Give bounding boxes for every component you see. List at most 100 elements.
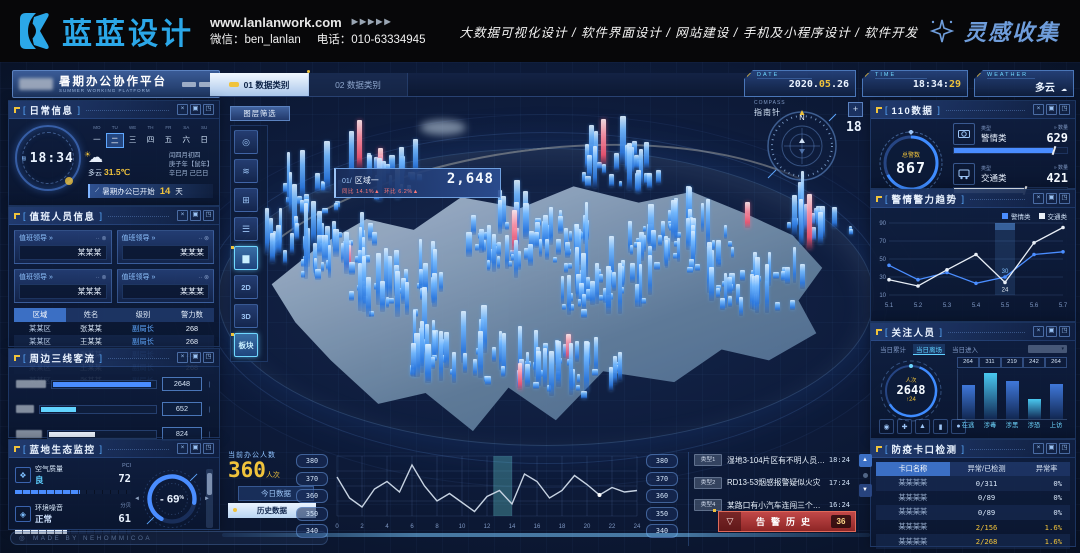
table-row[interactable]: 某某区王某某副局长268 xyxy=(14,335,214,348)
zoom-in-button[interactable]: + xyxy=(848,102,863,117)
duty-card-close-icon[interactable]: ·· ⊗ xyxy=(198,274,209,281)
brand-services: 大数据可视化设计 / 软件界面设计 / 网站建设 / 手机及小程序设计 / 软件… xyxy=(459,22,918,41)
checkpoint-rate: 0% xyxy=(1023,479,1070,488)
panel-passenger-flow: [周边三线客流] ×▣◳ 2648❘652❘824❘ xyxy=(8,348,220,438)
svg-text:14: 14 xyxy=(509,524,516,530)
duty-card-value: 某某某 xyxy=(19,245,107,260)
tool-icon[interactable]: ✚ xyxy=(897,419,912,434)
table-row[interactable]: 某某某某2/1561.6% xyxy=(876,520,1070,535)
eco-metric-mid: 空气质量良 xyxy=(35,464,63,486)
panel-expand-icon[interactable]: ◳ xyxy=(203,352,214,363)
table-row[interactable]: 某某某某2/2681.6% xyxy=(876,534,1070,549)
compass-icon[interactable]: N xyxy=(762,104,842,184)
duty-card-close-icon[interactable]: ·· ⊗ xyxy=(96,274,107,281)
focus-category-label: 上访 xyxy=(1050,420,1063,429)
flag-icon[interactable]: ▲ xyxy=(915,419,930,434)
duty-cell: 268 xyxy=(170,337,214,346)
bar-chart-icon[interactable]: ▆ xyxy=(234,246,258,270)
focus-dropdown[interactable]: ▾ xyxy=(1028,345,1067,353)
table-row[interactable]: 某某某某0/3110% xyxy=(876,476,1070,491)
scroll-up-button[interactable]: ▲ xyxy=(859,454,872,467)
layer-button-板块[interactable]: 板块 xyxy=(234,333,258,357)
eco-metric-mid: 环境噪音正常 xyxy=(35,503,63,525)
panel-expand-icon[interactable]: ◳ xyxy=(1059,326,1070,337)
bus-icon xyxy=(953,163,975,185)
alert-row[interactable]: 类型2RD13-53烟感报警疑似火灾17:24 xyxy=(694,475,872,491)
alert-row[interactable]: 类型1湿地3-104片区有不明人员闯入18:24 xyxy=(694,452,872,468)
panel-expand-icon[interactable]: ◳ xyxy=(1059,193,1070,204)
inspiration-collect[interactable]: 灵感收集 xyxy=(929,15,1060,47)
panel-close-icon[interactable]: × xyxy=(1033,193,1044,204)
weekday-cn[interactable]: 五 xyxy=(159,133,177,148)
scroll-down-button[interactable]: ▼ xyxy=(859,484,872,497)
panel-expand-icon[interactable]: ◳ xyxy=(1059,443,1070,454)
table-row[interactable]: 某某某某0/890% xyxy=(876,491,1070,506)
bottom-strip[interactable] xyxy=(222,533,870,537)
panel-window-icon[interactable]: ▣ xyxy=(1046,326,1057,337)
panel-expand-icon[interactable]: ◳ xyxy=(203,210,214,221)
brand-website[interactable]: www.lanlanwork.com xyxy=(210,13,342,33)
panel-expand-icon[interactable]: ◳ xyxy=(203,443,214,454)
panel-close-icon[interactable]: × xyxy=(177,443,188,454)
table-row[interactable]: 某某某某0/890% xyxy=(876,505,1070,520)
focus-circle: 人次 2648 ↑24 xyxy=(879,359,943,423)
eco-metric-value: 72 xyxy=(118,473,131,485)
panel-close-icon[interactable]: × xyxy=(177,352,188,363)
panel-expand-icon[interactable]: ◳ xyxy=(1059,104,1070,115)
layer-button-3D[interactable]: 3D xyxy=(234,304,258,328)
cluster-icon[interactable]: ⊞ xyxy=(234,188,258,212)
panel-expand-icon[interactable]: ◳ xyxy=(203,104,214,115)
panel-window-icon[interactable]: ▣ xyxy=(190,210,201,221)
flow-value: 652 xyxy=(162,402,202,416)
weekday-cn[interactable]: 一 xyxy=(88,133,106,148)
eco-metric-valwrap: PCI72 xyxy=(118,463,131,487)
panel-window-icon[interactable]: ▣ xyxy=(190,104,201,115)
panel-window-icon[interactable]: ▣ xyxy=(1046,193,1057,204)
compass-north-text: N xyxy=(799,113,804,122)
person-icon[interactable]: ◉ xyxy=(879,419,894,434)
eco-metric-unit: 分贝 xyxy=(118,501,131,509)
weekday-cn[interactable]: 四 xyxy=(142,133,160,148)
focus-tab[interactable]: 当日进入 xyxy=(952,344,978,355)
list-icon[interactable]: ☰ xyxy=(234,217,258,241)
vehicle-icon[interactable]: ● xyxy=(951,419,966,434)
svg-text:10: 10 xyxy=(459,524,466,530)
panel-window-icon[interactable]: ▣ xyxy=(1046,443,1057,454)
duty-card-label-row: 值班领导»·· ⊗ xyxy=(122,233,210,243)
location-icon[interactable]: ◎ xyxy=(234,130,258,154)
temperature: 31.5℃ xyxy=(104,167,130,177)
panel-close-icon[interactable]: × xyxy=(1033,443,1044,454)
gauge-scrollbar[interactable] xyxy=(206,469,213,528)
panel-close-icon[interactable]: × xyxy=(177,210,188,221)
tab-data-2[interactable]: 02 数据类别 xyxy=(309,73,408,96)
panel-window-icon[interactable]: ▣ xyxy=(190,443,201,454)
battery-icon[interactable]: ▮ xyxy=(933,419,948,434)
weekday-cn[interactable]: 三 xyxy=(124,133,142,148)
weekday-cn[interactable]: 六 xyxy=(177,133,195,148)
layer-button-2D[interactable]: 2D xyxy=(234,275,258,299)
focus-tab[interactable]: 当日累计 xyxy=(880,344,906,355)
duty-card-close-icon[interactable]: ·· ⊗ xyxy=(96,235,107,242)
focus-tab[interactable]: 当日离场 xyxy=(913,344,945,355)
eco-metric-head: ◈环境噪音正常分贝61 xyxy=(15,501,131,527)
focus-bar-chart xyxy=(957,369,1067,420)
focus-value-chip: 311 xyxy=(979,357,1001,368)
weekday-cn[interactable]: 二 xyxy=(106,133,124,148)
panel-close-icon[interactable]: × xyxy=(1033,326,1044,337)
map-cloud xyxy=(420,120,466,135)
panel-close-icon[interactable]: × xyxy=(177,104,188,115)
weekday-cn[interactable]: 日 xyxy=(195,133,213,148)
svg-text:5.6: 5.6 xyxy=(1030,303,1039,309)
panel-window-icon[interactable]: ▣ xyxy=(190,352,201,363)
duty-card-close-icon[interactable]: ·· ⊗ xyxy=(198,235,209,242)
focus-bar xyxy=(1050,384,1063,419)
duty-cell: 王某某 xyxy=(66,337,116,347)
sparkle-icon xyxy=(929,18,955,44)
panel-close-icon[interactable]: × xyxy=(1033,104,1044,115)
alarm-history-banner[interactable]: ▽ 告警历史 36 xyxy=(718,511,856,532)
focus-category-label: 涉毒 xyxy=(984,420,997,429)
table-row[interactable]: 某某区张某某副局长268 xyxy=(14,322,214,335)
panel-window-icon[interactable]: ▣ xyxy=(1046,104,1057,115)
tab-data-1[interactable]: 01 数据类别 xyxy=(210,73,309,96)
radar-icon[interactable]: ≋ xyxy=(234,159,258,183)
